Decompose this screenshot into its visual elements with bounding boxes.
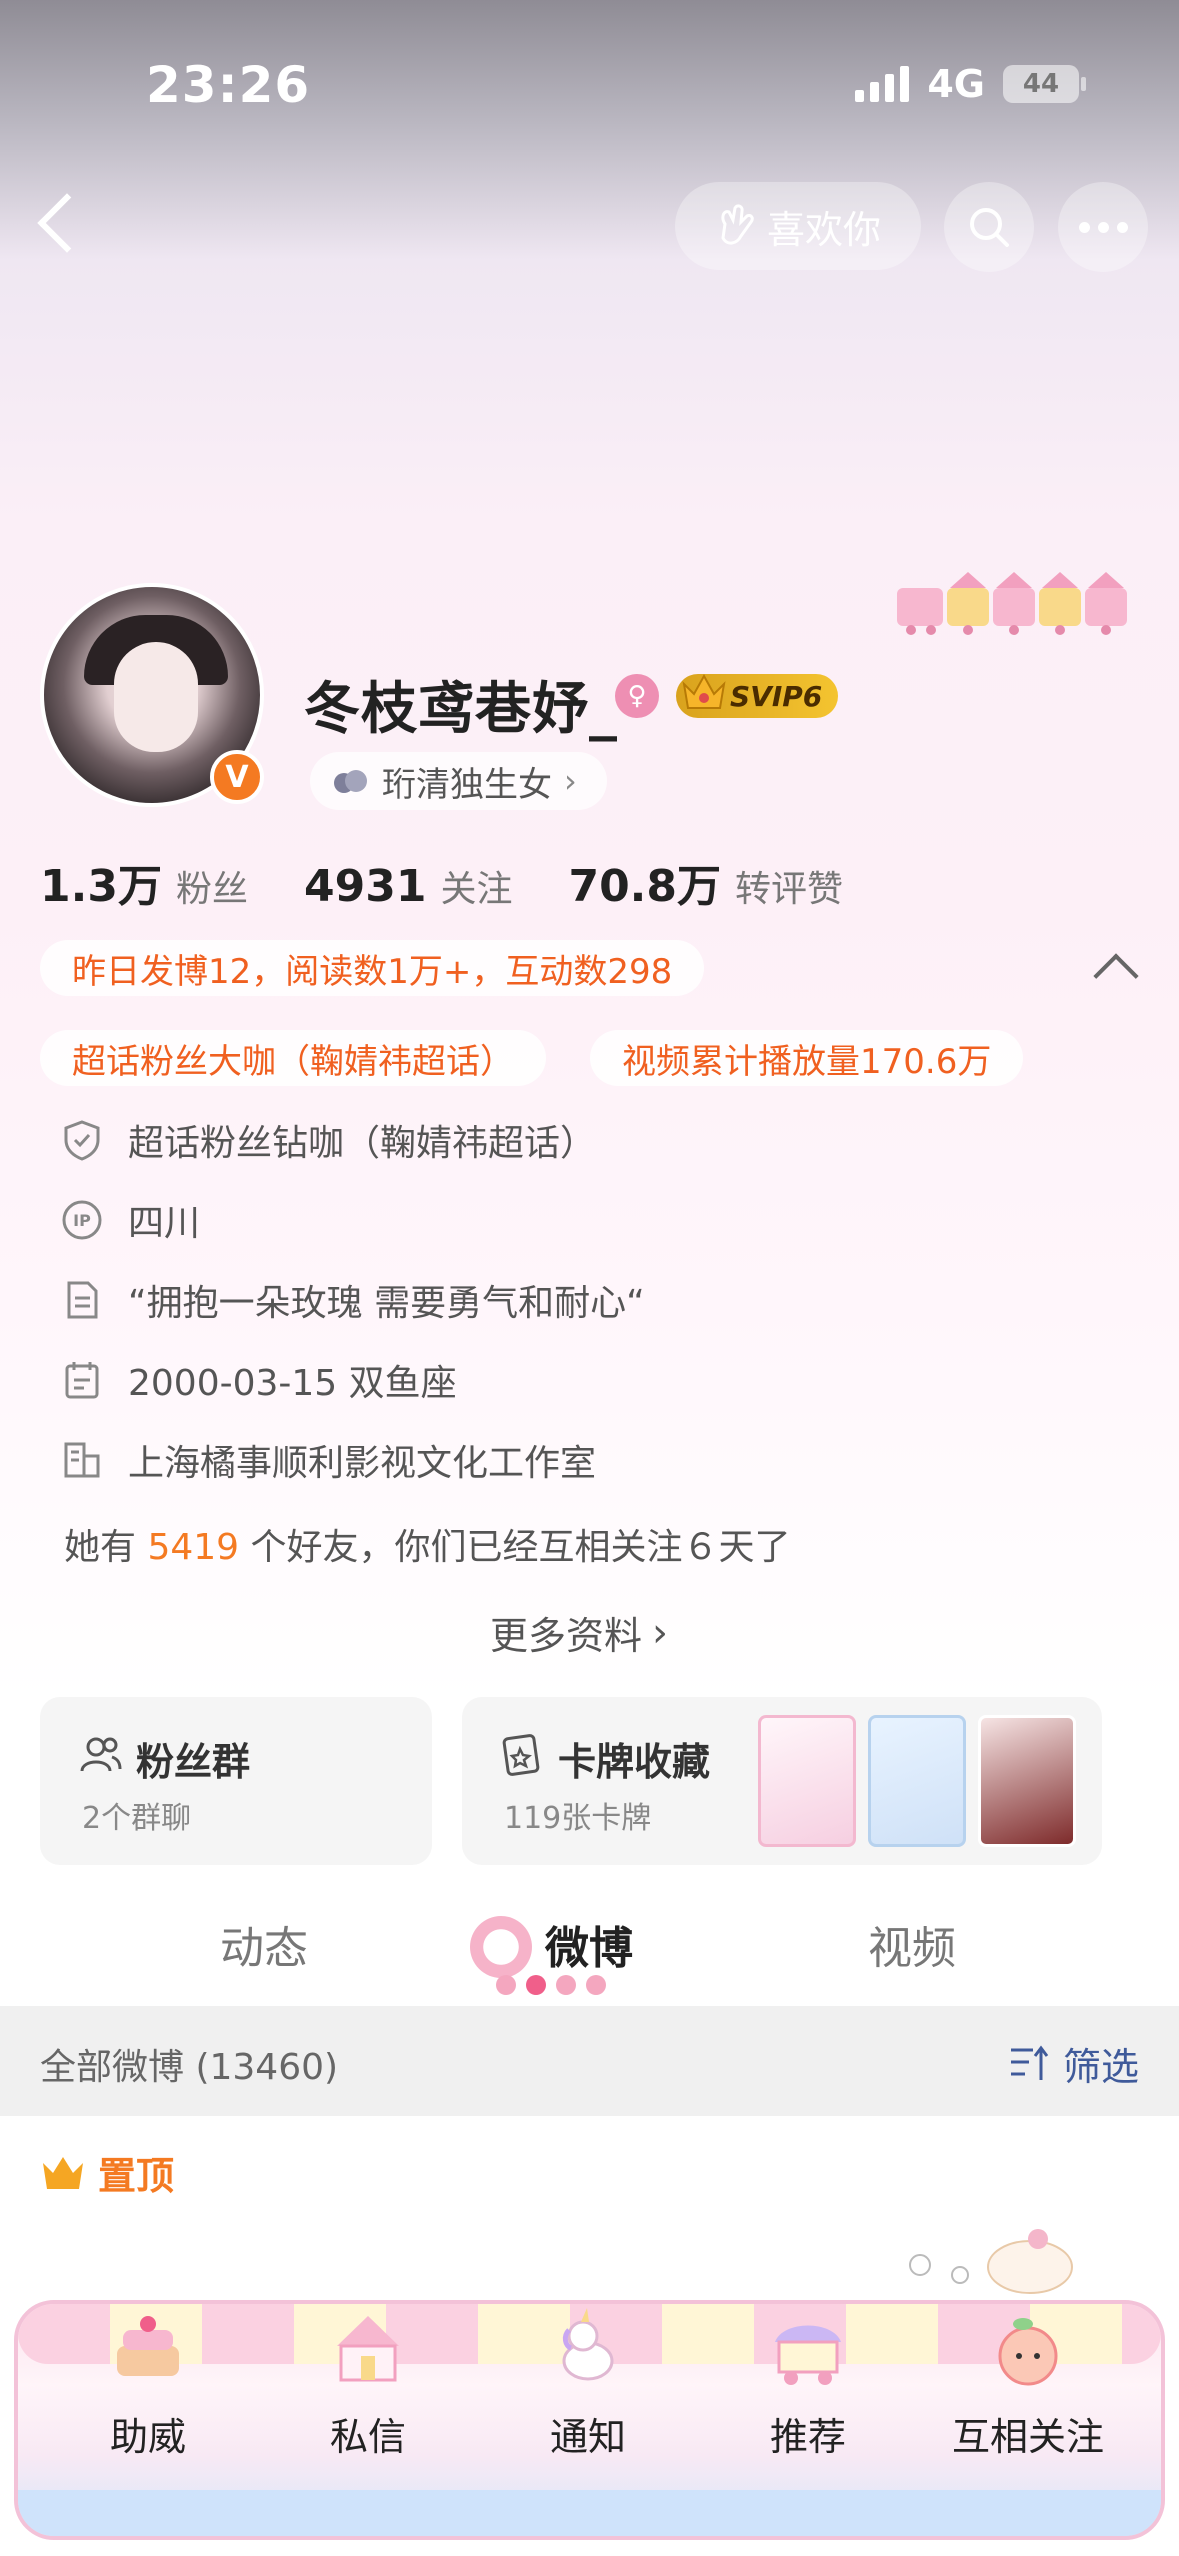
status-icons: 4G 44 <box>855 62 1086 106</box>
fan-group-card[interactable]: 粉丝群 2个群聊 <box>40 1697 432 1865</box>
unicorn-icon <box>562 2308 614 2381</box>
svg-text:IP: IP <box>73 1211 91 1230</box>
bottom-navigation: 助威 私信 通知 推荐 互相关注 <box>0 2290 1179 2556</box>
info-row-birthday: 2000-03-15 双鱼座 <box>60 1354 457 1406</box>
sort-filter-icon <box>1010 2045 1049 2080</box>
cart-icon <box>775 2325 841 2385</box>
chevron-right-icon: › <box>564 762 577 800</box>
document-icon <box>67 1281 98 1319</box>
nav-mutual-follow[interactable]: 互相关注 <box>928 2306 1128 2506</box>
hand-icon <box>721 204 754 245</box>
card-thumbnails <box>758 1715 1076 1847</box>
mutual-friends-text: 她有 5419 个好友，你们已经互相关注６天了 <box>64 1527 791 1568</box>
svip-label: SVIP6 <box>730 679 823 713</box>
info-row-super-fan: 超话粉丝钻咖（鞠婧祎超话） <box>60 1114 596 1166</box>
group-tag-label: 珩清独生女 <box>382 764 552 805</box>
likes-stat: 70.8万 转评赞 <box>568 861 844 912</box>
info-row-company: 上海橘事顺利影视文化工作室 <box>60 1434 596 1486</box>
info-row-bio: “拥抱一朵玫瑰 需要勇气和耐心“ <box>60 1274 645 1326</box>
tab-decoration-icon <box>470 1916 532 1978</box>
back-button[interactable] <box>30 190 90 260</box>
nav-notifications[interactable]: 通知 <box>488 2306 688 2506</box>
search-button[interactable] <box>944 182 1034 272</box>
signal-icon <box>855 66 910 102</box>
tab-dynamics[interactable]: 动态 <box>220 1912 308 1976</box>
calendar-icon <box>65 1362 99 1399</box>
train-decoration-icon <box>897 572 1127 635</box>
like-you-button[interactable]: 喜欢你 <box>675 182 921 270</box>
yesterday-summary-chip[interactable]: 昨日发博12，阅读数1万+，互动数298 <box>40 940 705 996</box>
people-icon <box>80 1737 122 1772</box>
profile-name: 冬枝鸢巷妤_ <box>304 677 618 742</box>
following-stat[interactable]: 4931 关注 <box>304 860 512 912</box>
tab-weibo[interactable]: 微博 <box>545 1912 633 1976</box>
crown-icon <box>682 673 726 709</box>
pinned-label: 置顶 <box>40 2145 174 2200</box>
ip-icon: IP <box>62 1200 102 1240</box>
cloud-icon <box>334 770 367 793</box>
search-icon <box>970 208 1009 247</box>
super-fan-badge[interactable]: 超话粉丝大咖（鞠婧祎超话） <box>40 1030 546 1086</box>
like-you-label: 喜欢你 <box>766 207 881 252</box>
fan-group-title: 粉丝群 <box>136 1740 251 1784</box>
card-collection-icon <box>502 1734 540 1776</box>
crown-icon <box>43 2156 83 2189</box>
filter-button[interactable]: 筛选 <box>1009 2036 1139 2091</box>
friends-count[interactable]: 5419 <box>147 1527 239 1568</box>
shield-icon <box>64 1120 100 1161</box>
nav-messages[interactable]: 私信 <box>268 2306 468 2506</box>
post-filter-bar: 全部微博 (13460) 筛选 <box>0 2006 1179 2116</box>
card-thumbnail <box>868 1715 966 1847</box>
more-button[interactable] <box>1058 182 1148 272</box>
building-icon <box>64 1442 100 1478</box>
profile-stats: 1.3万 粉丝 4931 关注 70.8万 转评赞 <box>40 850 899 914</box>
fan-group-subtitle: 2个群聊 <box>82 1801 192 1836</box>
card-thumbnail <box>978 1715 1076 1847</box>
followers-stat[interactable]: 1.3万 粉丝 <box>40 850 248 914</box>
card-collection-card[interactable]: 卡牌收藏 119张卡牌 <box>462 1697 1102 1865</box>
battery-icon: 44 <box>1003 65 1086 103</box>
chevron-right-icon: › <box>652 1609 669 1656</box>
card-collection-title: 卡牌收藏 <box>558 1740 711 1784</box>
status-time: 23:26 <box>146 56 311 114</box>
nav-recommend[interactable]: 推荐 <box>708 2306 908 2506</box>
cake-icon <box>117 2316 179 2376</box>
card-thumbnail <box>758 1715 856 1847</box>
tab-indicator-decoration <box>496 1975 606 1995</box>
carousel-icon <box>337 2316 399 2382</box>
female-gender-icon: ♀ <box>615 674 659 718</box>
network-type: 4G <box>927 62 985 106</box>
verified-badge-icon: V <box>210 750 264 804</box>
more-dots-icon <box>1078 221 1090 233</box>
group-tag[interactable]: 珩清独生女 › <box>310 752 607 810</box>
info-row-ip: IP 四川 <box>60 1194 200 1246</box>
peach-icon <box>998 2318 1058 2386</box>
more-info-link[interactable]: 更多资料 › <box>490 1605 668 1660</box>
card-collection-subtitle: 119张卡牌 <box>504 1801 652 1836</box>
svip-badge[interactable]: SVIP6 <box>676 673 839 718</box>
video-plays-badge[interactable]: 视频累计播放量170.6万 <box>590 1030 1024 1086</box>
tab-video[interactable]: 视频 <box>868 1912 956 1976</box>
all-posts-label[interactable]: 全部微博 (13460) <box>40 2038 338 2090</box>
nav-cheer[interactable]: 助威 <box>48 2306 248 2506</box>
post-decoration-icon <box>909 2229 1073 2294</box>
